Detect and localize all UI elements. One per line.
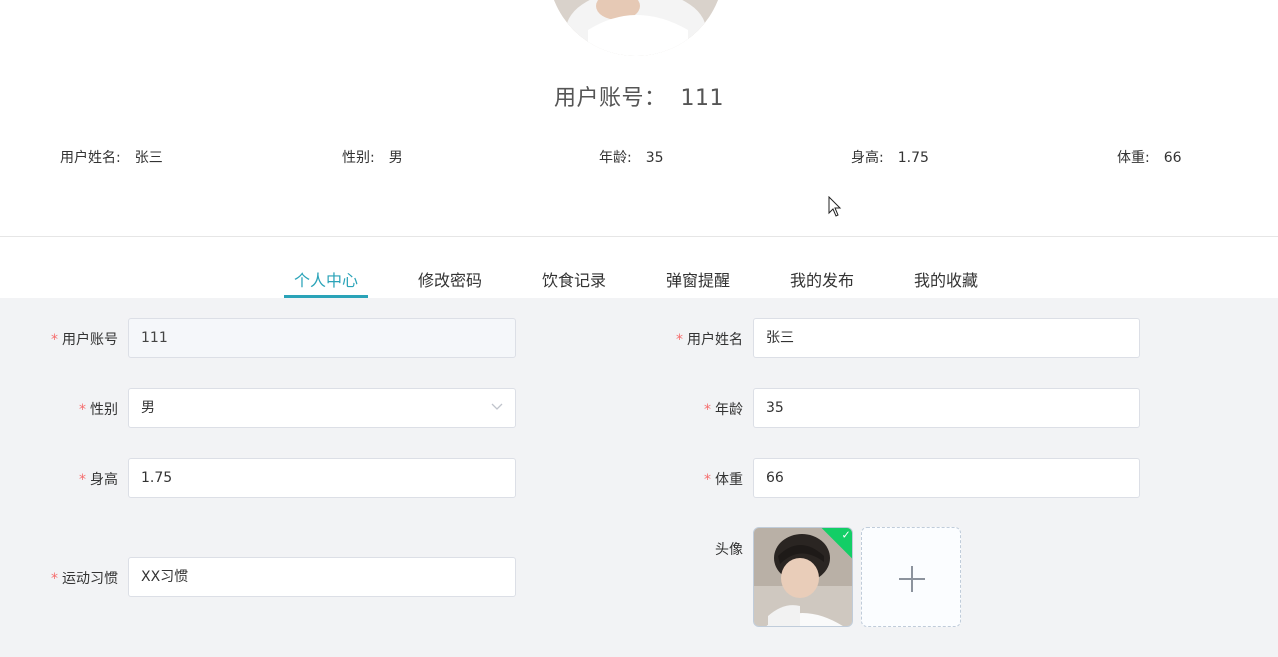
- name-field-label: * 用户姓名: [676, 329, 743, 349]
- info-name-label: 用户姓名:: [60, 150, 121, 166]
- account-field-label-text: 用户账号: [62, 332, 118, 348]
- info-age: 年龄: 35: [599, 147, 664, 167]
- weight-field[interactable]: 66: [753, 458, 1140, 498]
- gender-select[interactable]: 男: [128, 388, 516, 428]
- tab-diet-records[interactable]: 饮食记录: [542, 267, 606, 291]
- tab-my-posts[interactable]: 我的发布: [790, 267, 854, 291]
- height-field-label: * 身高: [79, 469, 118, 489]
- info-name-value: 张三: [134, 150, 163, 166]
- tab-personal-center[interactable]: 个人中心: [294, 267, 358, 291]
- avatar-field-label: 头像: [715, 542, 743, 558]
- avatar-thumbnail[interactable]: ✓: [753, 527, 853, 627]
- tab-my-favorites[interactable]: 我的收藏: [914, 267, 978, 291]
- avatar-upload-button[interactable]: [861, 527, 961, 627]
- required-mark: *: [51, 571, 58, 587]
- account-field[interactable]: 111: [128, 318, 516, 358]
- info-age-value: 35: [645, 150, 664, 166]
- profile-form: * 用户账号 111 * 用户姓名 张三 * 性别 男 * 年龄 35 * 身高 1.75…: [0, 298, 1278, 657]
- age-field-label: * 年龄: [704, 399, 743, 419]
- info-age-label: 年龄:: [599, 150, 632, 166]
- exercise-field-label-text: 运动习惯: [62, 571, 118, 587]
- account-field-label: * 用户账号: [51, 329, 118, 349]
- info-height-value: 1.75: [897, 150, 929, 166]
- gender-field-label: * 性别: [79, 399, 118, 419]
- info-gender: 性别: 男: [342, 147, 403, 167]
- tab-change-password[interactable]: 修改密码: [418, 267, 482, 291]
- chevron-down-icon: [491, 403, 503, 410]
- info-name: 用户姓名: 张三: [60, 147, 163, 167]
- mouse-cursor-icon: [828, 196, 842, 217]
- profile-avatar: [548, 0, 724, 56]
- gender-select-value: 男: [141, 400, 155, 416]
- age-field-label-text: 年龄: [715, 402, 743, 418]
- tab-popup-reminders[interactable]: 弹窗提醒: [666, 267, 730, 291]
- required-mark: *: [51, 332, 58, 348]
- info-gender-label: 性别:: [342, 150, 375, 166]
- exercise-field-label: * 运动习惯: [51, 568, 118, 588]
- info-weight-label: 体重:: [1117, 150, 1150, 166]
- age-field[interactable]: 35: [753, 388, 1140, 428]
- required-mark: *: [79, 472, 86, 488]
- name-field[interactable]: 张三: [753, 318, 1140, 358]
- account-title-value: 111: [680, 86, 724, 111]
- weight-field-label: * 体重: [704, 469, 743, 489]
- profile-header: 用户账号： 111 用户姓名: 张三 性别: 男 年龄: 35 身高: 1.75 体重: 6…: [0, 0, 1278, 237]
- gender-field-label-text: 性别: [90, 402, 118, 418]
- check-icon: ✓: [841, 528, 851, 542]
- tab-bar: 个人中心 修改密码 饮食记录 弹窗提醒 我的发布 我的收藏: [0, 237, 1278, 298]
- required-mark: *: [704, 402, 711, 418]
- height-field-label-text: 身高: [90, 472, 118, 488]
- exercise-field[interactable]: XX习惯: [128, 557, 516, 597]
- info-height: 身高: 1.75: [851, 147, 929, 167]
- required-mark: *: [676, 332, 683, 348]
- info-weight: 体重: 66: [1117, 147, 1182, 167]
- height-field[interactable]: 1.75: [128, 458, 516, 498]
- required-mark: *: [704, 472, 711, 488]
- info-height-label: 身高:: [851, 150, 884, 166]
- required-mark: *: [79, 402, 86, 418]
- name-field-label-text: 用户姓名: [687, 332, 743, 348]
- info-weight-value: 66: [1163, 150, 1182, 166]
- account-title-label: 用户账号：: [553, 86, 667, 111]
- account-title: 用户账号： 111: [0, 80, 1278, 112]
- weight-field-label-text: 体重: [715, 472, 743, 488]
- info-gender-value: 男: [388, 150, 403, 166]
